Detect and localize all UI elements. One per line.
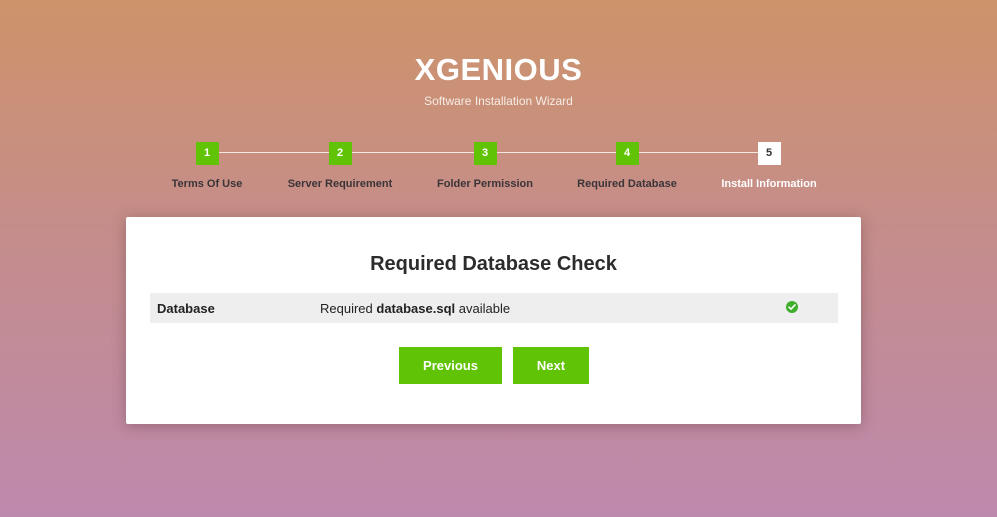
step-number: 1 [195,142,219,165]
brand-title: XGENIOUS [414,52,583,87]
row-desc-suffix: available [455,301,511,316]
step-required-database: 4 Required Database [547,142,707,190]
step-number: 4 [615,142,639,165]
card-title: Required Database Check [370,253,617,275]
brand-subtitle: Software Installation Wizard [424,94,573,108]
step-number: 3 [473,142,497,165]
brand-header: XGENIOUS Software Installation Wizard [0,52,997,108]
step-label: Server Requirement [287,178,393,190]
check-circle-icon [786,301,798,313]
database-check-row: Database Required database.sql available [150,293,838,323]
step-label: Install Information [721,178,817,190]
step-label: Required Database [577,178,677,190]
row-desc-file: database.sql [376,301,456,316]
step-install-information: 5 Install Information [689,142,849,190]
step-folder-permission: 3 Folder Permission [405,142,565,190]
step-label: Folder Permission [437,178,533,190]
row-name: Database [157,301,215,316]
row-desc-prefix: Required [320,301,377,316]
previous-button[interactable]: Previous [399,347,502,384]
step-number: 2 [328,142,352,165]
database-check-card: Required Database Check Database Require… [126,217,861,424]
next-button[interactable]: Next [513,347,589,384]
row-description: Required database.sql available [320,301,510,316]
step-server-requirement: 2 Server Requirement [260,142,420,190]
step-number: 5 [757,142,781,165]
